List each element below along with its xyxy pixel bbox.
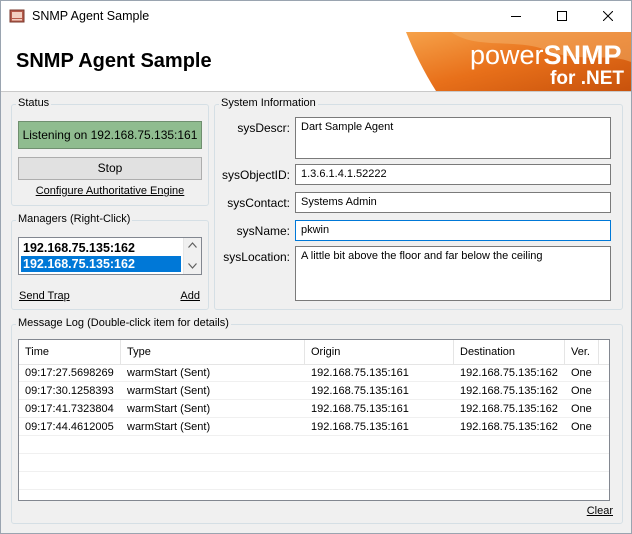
minimize-button[interactable] — [493, 1, 539, 32]
managers-group-label: Managers (Right-Click) — [16, 213, 133, 225]
logo-subtext: for .NET — [550, 68, 624, 89]
log-time: 09:17:27.5698269 — [25, 367, 114, 379]
grid-line — [19, 435, 609, 436]
log-row[interactable]: 09:17:44.4612005 warmStart (Sent) 192.16… — [19, 418, 609, 436]
col-destination[interactable]: Destination — [454, 340, 565, 364]
grid-line — [19, 399, 609, 400]
clear-log-link[interactable]: Clear — [587, 505, 613, 517]
log-row[interactable]: 09:17:41.7323804 warmStart (Sent) 192.16… — [19, 400, 609, 418]
scroll-up-icon[interactable] — [188, 242, 197, 248]
maximize-icon — [557, 11, 567, 21]
log-version: One — [571, 403, 592, 415]
log-type: warmStart (Sent) — [127, 421, 211, 433]
message-log-list[interactable]: Time Type Origin Destination Ver. 09:17:… — [18, 339, 610, 501]
managers-list[interactable]: 192.168.75.135:162 192.168.75.135:162 — [18, 237, 202, 275]
title-bar[interactable]: SNMP Agent Sample — [1, 1, 631, 32]
header-banner: SNMP Agent Sample powerSNMP for .NET — [1, 32, 631, 92]
managers-group: Managers (Right-Click) 192.168.75.135:16… — [11, 213, 209, 310]
window-title: SNMP Agent Sample — [32, 9, 150, 23]
manager-item[interactable]: 192.168.75.135:162 — [21, 240, 181, 256]
log-version: One — [571, 367, 592, 379]
syslocation-label: sysLocation: — [223, 250, 290, 264]
app-window: SNMP Agent Sample SNMP Agent Sample powe… — [0, 0, 632, 534]
log-origin: 192.168.75.135:161 — [311, 367, 409, 379]
grid-line — [19, 471, 609, 472]
close-icon — [603, 11, 613, 21]
sysdescr-field[interactable]: Dart Sample Agent — [295, 117, 611, 159]
col-type[interactable]: Type — [121, 340, 305, 364]
add-manager-link[interactable]: Add — [180, 290, 200, 302]
log-origin: 192.168.75.135:161 — [311, 403, 409, 415]
log-origin: 192.168.75.135:161 — [311, 421, 409, 433]
close-button[interactable] — [585, 1, 631, 32]
minimize-icon — [511, 16, 521, 17]
sysobjectid-field[interactable]: 1.3.6.1.4.1.52222 — [295, 164, 611, 185]
col-time[interactable]: Time — [19, 340, 121, 364]
listening-status: Listening on 192.168.75.135:161 — [18, 121, 202, 149]
status-group: Status Listening on 192.168.75.135:161 S… — [11, 97, 209, 206]
message-log-group-label: Message Log (Double-click item for detai… — [16, 317, 231, 329]
grid-line — [19, 453, 609, 454]
configure-engine-link[interactable]: Configure Authoritative Engine — [36, 185, 185, 197]
log-type: warmStart (Sent) — [127, 385, 211, 397]
log-version: One — [571, 421, 592, 433]
sysobjectid-label: sysObjectID: — [221, 168, 290, 182]
grid-line — [19, 489, 609, 490]
log-time: 09:17:44.4612005 — [25, 421, 114, 433]
log-type: warmStart (Sent) — [127, 367, 211, 379]
sysname-field[interactable]: pkwin — [295, 220, 611, 241]
log-destination: 192.168.75.135:162 — [460, 385, 558, 397]
log-destination: 192.168.75.135:162 — [460, 421, 558, 433]
managers-scrollbar[interactable] — [183, 238, 201, 274]
log-destination: 192.168.75.135:162 — [460, 367, 558, 379]
grid-line — [19, 381, 609, 382]
col-origin[interactable]: Origin — [305, 340, 454, 364]
send-trap-link[interactable]: Send Trap — [19, 290, 70, 302]
sysname-label: sysName: — [236, 224, 290, 238]
log-destination: 192.168.75.135:162 — [460, 403, 558, 415]
log-version: One — [571, 385, 592, 397]
log-row[interactable]: 09:17:30.1258393 warmStart (Sent) 192.16… — [19, 382, 609, 400]
status-group-label: Status — [16, 97, 52, 109]
message-log-group: Message Log (Double-click item for detai… — [11, 317, 623, 524]
log-time: 09:17:41.7323804 — [25, 403, 114, 415]
stop-button[interactable]: Stop — [18, 157, 202, 180]
maximize-button[interactable] — [539, 1, 585, 32]
app-icon — [9, 9, 25, 23]
log-origin: 192.168.75.135:161 — [311, 385, 409, 397]
col-version[interactable]: Ver. — [565, 340, 599, 364]
syscontact-field[interactable]: Systems Admin — [295, 192, 611, 213]
scroll-down-icon[interactable] — [188, 263, 197, 269]
manager-item-selected[interactable]: 192.168.75.135:162 — [21, 256, 181, 272]
system-info-group: System Information sysDescr: Dart Sample… — [214, 97, 623, 310]
grid-line — [19, 417, 609, 418]
logo-text: powerSNMP — [470, 40, 622, 70]
log-header: Time Type Origin Destination Ver. — [19, 340, 609, 365]
log-type: warmStart (Sent) — [127, 403, 211, 415]
powersnmp-logo: powerSNMP for .NET — [406, 32, 631, 91]
app-heading: SNMP Agent Sample — [16, 50, 212, 72]
syscontact-label: sysContact: — [227, 196, 290, 210]
syslocation-field[interactable]: A little bit above the floor and far bel… — [295, 246, 611, 301]
log-time: 09:17:30.1258393 — [25, 385, 114, 397]
log-row[interactable]: 09:17:27.5698269 warmStart (Sent) 192.16… — [19, 364, 609, 382]
sysdescr-label: sysDescr: — [237, 121, 290, 135]
system-info-group-label: System Information — [219, 97, 318, 109]
